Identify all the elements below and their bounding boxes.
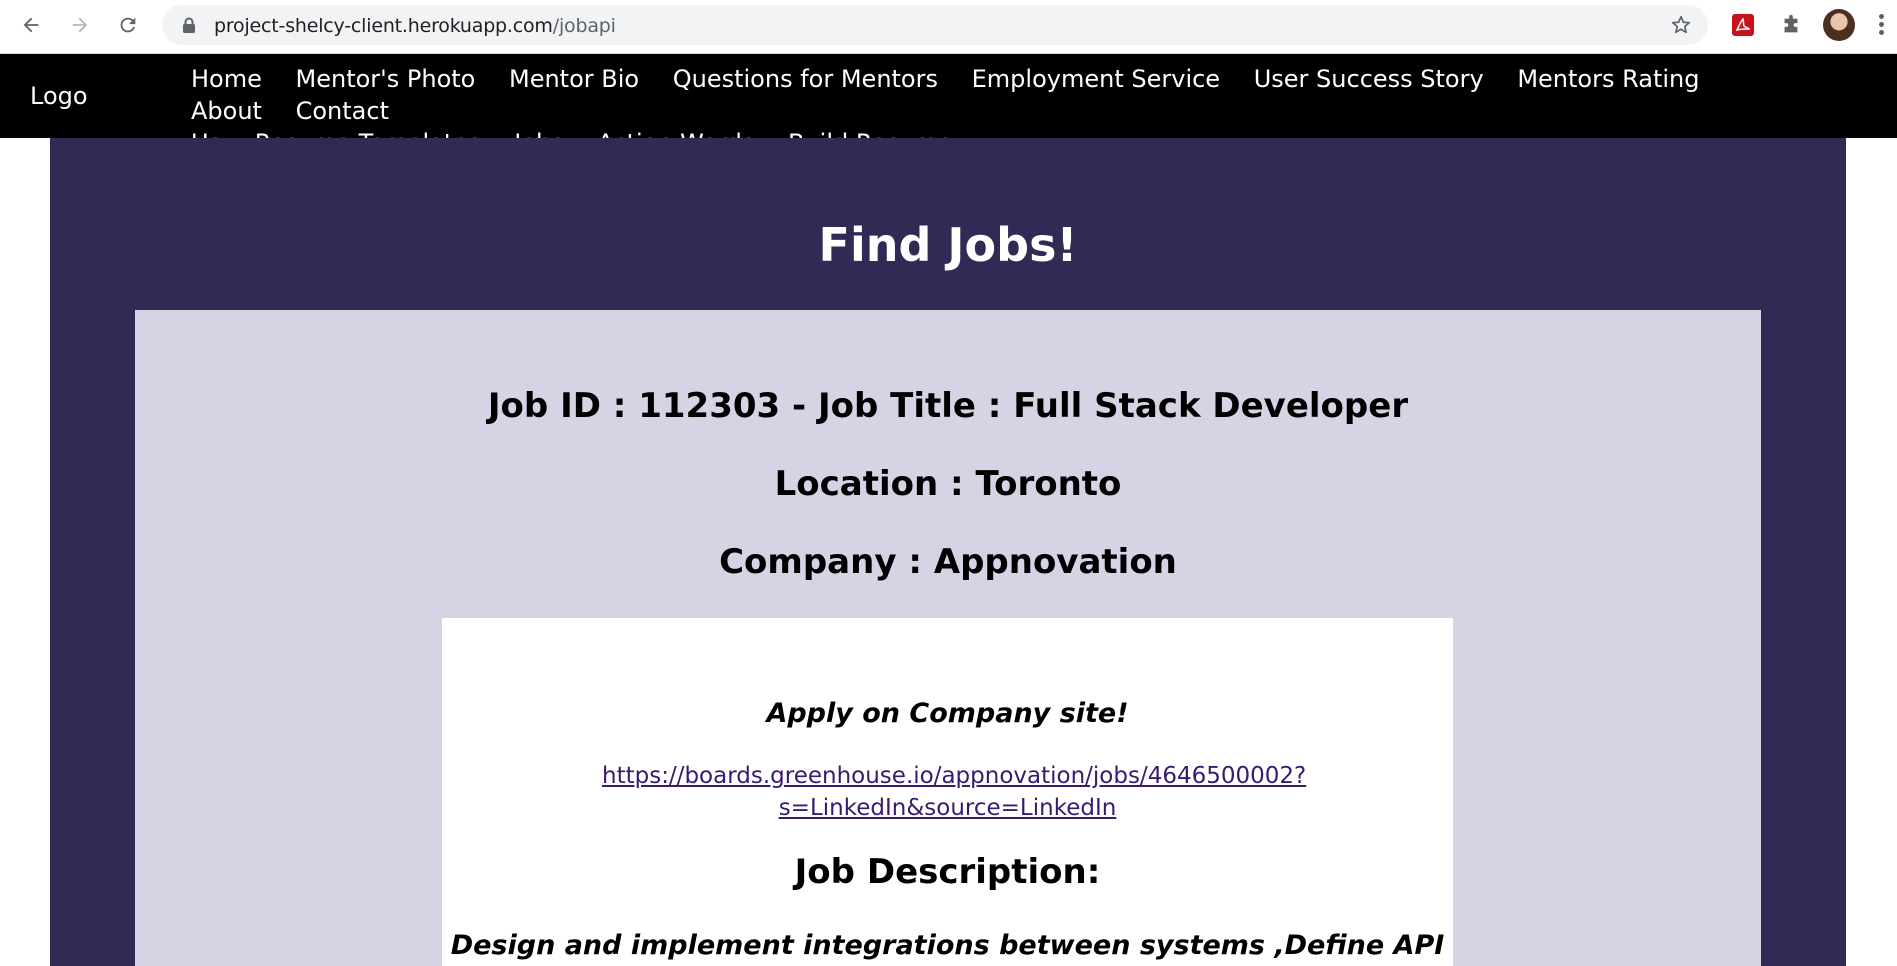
job-description-text: Design and implement integrations betwee…: [450, 930, 1445, 961]
address-bar[interactable]: project-shelcy-client.herokuapp.com/joba…: [162, 5, 1708, 45]
site-navbar: Logo Home Mentor's Photo Mentor Bio Ques…: [0, 54, 1897, 157]
forward-arrow-icon[interactable]: [63, 8, 97, 42]
job-location: Location : Toronto: [774, 464, 1122, 504]
browser-toolbar: project-shelcy-client.herokuapp.com/joba…: [0, 0, 1897, 54]
nav-item-employment-service[interactable]: Employment Service: [972, 65, 1220, 93]
nav-item-mentor-bio[interactable]: Mentor Bio: [509, 65, 639, 93]
nav-item-mentors-photo[interactable]: Mentor's Photo: [296, 65, 476, 93]
logo[interactable]: Logo: [30, 82, 88, 110]
url-text[interactable]: project-shelcy-client.herokuapp.com/joba…: [214, 15, 616, 37]
back-arrow-icon[interactable]: [14, 8, 48, 42]
apply-link[interactable]: https://boards.greenhouse.io/appnovation…: [602, 760, 1306, 824]
star-icon[interactable]: [1670, 14, 1692, 40]
reload-icon[interactable]: [111, 8, 145, 42]
kebab-menu-icon[interactable]: [1876, 12, 1886, 38]
puzzle-extension-icon[interactable]: [1776, 10, 1806, 40]
avatar[interactable]: [1823, 9, 1855, 41]
nav-item-mentors-rating[interactable]: Mentors Rating: [1517, 65, 1699, 93]
page-title: Find Jobs!: [818, 218, 1078, 272]
apply-link-line1: https://boards.greenhouse.io/appnovation…: [602, 763, 1307, 789]
job-card: Job ID : 112303 - Job Title : Full Stack…: [135, 310, 1761, 966]
pdf-extension-icon[interactable]: [1728, 10, 1758, 40]
lock-icon[interactable]: [182, 17, 196, 38]
nav-item-user-success-story[interactable]: User Success Story: [1254, 65, 1484, 93]
nav-item-contact-us-part1: Contact: [295, 97, 389, 125]
job-id-title: Job ID : 112303 - Job Title : Full Stack…: [487, 386, 1409, 426]
nav-item-questions-for-mentors[interactable]: Questions for Mentors: [673, 65, 938, 93]
job-description-heading: Job Description:: [794, 852, 1101, 892]
nav-item-home[interactable]: Home: [191, 65, 262, 93]
nav-item-about[interactable]: About: [191, 97, 262, 125]
job-company: Company : Appnovation: [719, 542, 1177, 582]
job-details-panel: Apply on Company site! https://boards.gr…: [442, 618, 1453, 966]
jobs-section: Find Jobs! Job ID : 112303 - Job Title :…: [50, 138, 1846, 966]
apply-heading: Apply on Company site!: [766, 698, 1129, 729]
apply-link-line2: s=LinkedIn&source=LinkedIn: [778, 795, 1117, 821]
